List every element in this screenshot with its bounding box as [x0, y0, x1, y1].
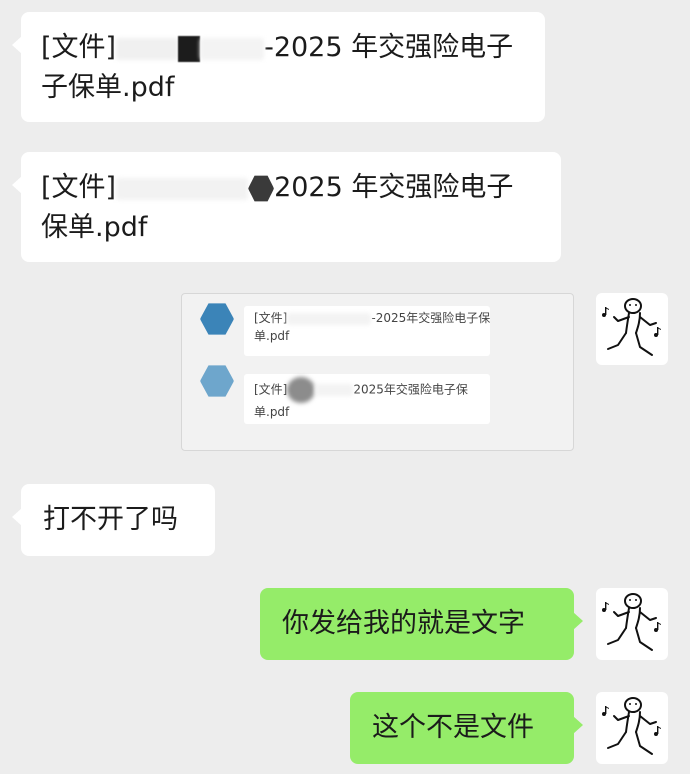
redacted-block	[248, 175, 275, 202]
file-prefix: [文件]	[41, 32, 117, 63]
file-prefix: [文件]	[41, 172, 117, 203]
redacted-name-blur	[287, 312, 372, 325]
dancing-stick-figure-icon	[602, 697, 661, 755]
dancing-stick-figure-icon	[602, 593, 661, 651]
message-text: 打不开了吗	[43, 504, 178, 535]
redacted-name-blur	[116, 37, 179, 60]
file-name-suffix: 2025 年交强险电子	[274, 172, 514, 203]
chat-window: [文件] -2025 年交强险电子 子保单.pdf [文件] 2025 年交强险电子…	[0, 0, 690, 774]
message-text: 你发给我的就是文字	[282, 608, 525, 639]
self-avatar[interactable]	[596, 692, 668, 764]
file-name-line2: 子保单.pdf	[41, 72, 175, 103]
forwarded-file-message-1: [文件] -2025年交强险电子保 单.pdf	[244, 306, 490, 356]
incoming-file-message-2[interactable]: [文件] 2025 年交强险电子 保单.pdf	[12, 152, 561, 262]
redacted-name-blur	[287, 377, 316, 403]
redacted-name-blur	[315, 384, 354, 396]
outgoing-text-message-2[interactable]: 这个不是文件	[350, 692, 583, 764]
file-name-suffix: -2025 年交强险电子	[264, 32, 514, 63]
message-text: 这个不是文件	[372, 712, 534, 743]
blurred-avatar-icon	[200, 303, 234, 335]
file-name-suffix: -2025年交强险电子保	[371, 311, 491, 325]
blurred-avatar-icon	[200, 365, 234, 397]
file-prefix: [文件]	[254, 382, 288, 397]
dancing-stick-figure-icon	[602, 298, 661, 356]
incoming-text-message[interactable]: 打不开了吗	[12, 484, 215, 556]
forwarded-file-message-2: [文件] 2025年交强险电子保 单.pdf	[244, 374, 490, 424]
incoming-file-message-1[interactable]: [文件] -2025 年交强险电子 子保单.pdf	[12, 12, 545, 122]
file-name-line2: 单.pdf	[254, 405, 290, 419]
file-name-line2: 单.pdf	[254, 329, 290, 343]
file-prefix: [文件]	[254, 311, 288, 325]
outgoing-text-message-1[interactable]: 你发给我的就是文字	[260, 588, 583, 660]
file-name-suffix: 2025年交强险电子保	[353, 382, 468, 397]
self-avatar[interactable]	[596, 588, 668, 660]
forwarded-screenshot-card[interactable]: [文件] -2025年交强险电子保 单.pdf [文件] 2025年交强险电子保 单…	[181, 293, 574, 451]
redacted-name-blur	[200, 37, 265, 60]
self-avatar[interactable]	[596, 293, 668, 365]
redacted-name-blur	[116, 177, 249, 200]
redacted-block	[178, 35, 201, 62]
file-name-line2: 保单.pdf	[41, 212, 148, 243]
